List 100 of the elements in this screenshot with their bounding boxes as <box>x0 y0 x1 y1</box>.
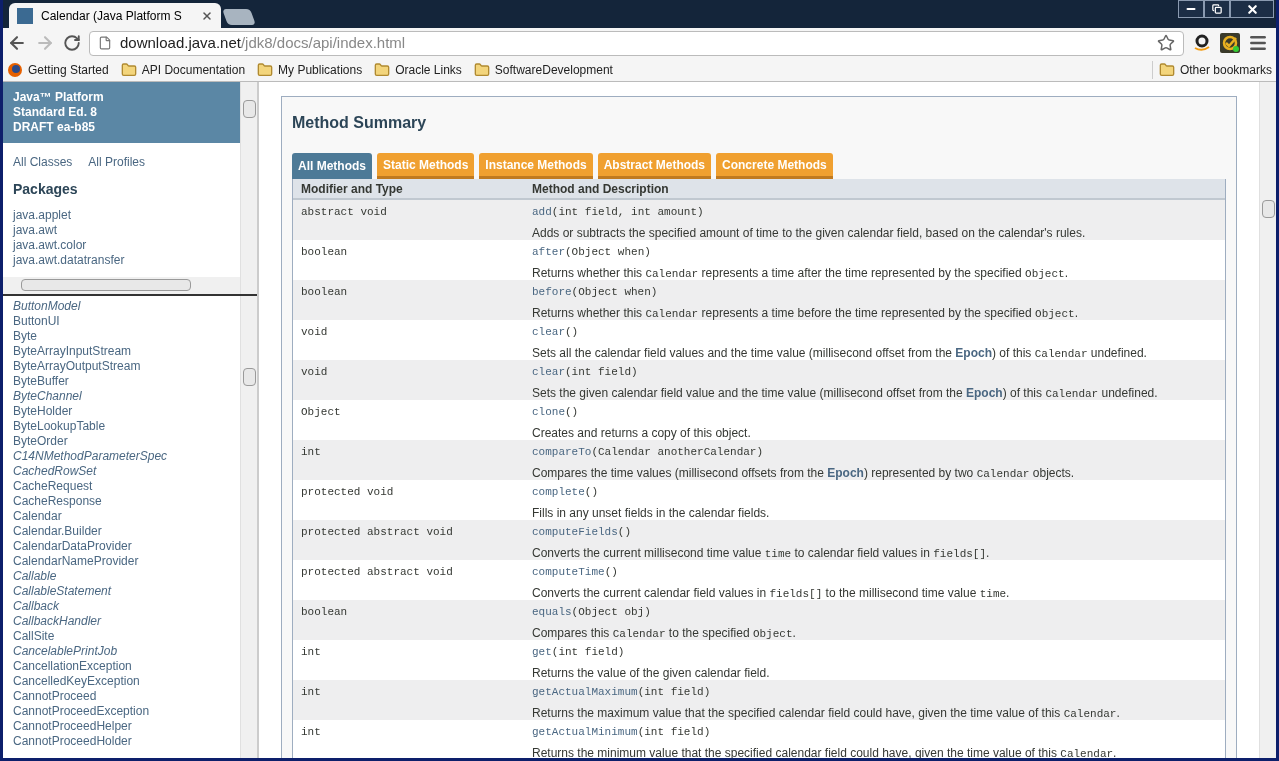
section-title: Method Summary <box>292 113 428 133</box>
method-link[interactable]: clear <box>532 366 565 378</box>
scrollbar[interactable] <box>240 82 257 294</box>
method-link[interactable]: complete <box>532 486 585 498</box>
close-icon <box>1245 2 1259 16</box>
method-description: Returns whether this Calendar represents a time before the time represented by the specified Object. <box>532 304 1078 322</box>
class-link[interactable]: Byte <box>13 329 230 344</box>
method-link[interactable]: getActualMaximum <box>532 686 638 698</box>
class-link[interactable]: C14NMethodParameterSpec <box>13 449 230 464</box>
method-description: Creates and returns a copy of this object. <box>532 424 751 442</box>
method-link[interactable]: computeFields <box>532 526 618 538</box>
class-link[interactable]: CannotProceedHelper <box>13 719 230 734</box>
class-link[interactable]: CacheRequest <box>13 479 230 494</box>
class-link[interactable]: CallableStatement <box>13 584 230 599</box>
site-icon <box>17 7 33 24</box>
class-link[interactable]: CalendarDataProvider <box>13 539 230 554</box>
class-link[interactable]: Calendar <box>13 509 230 524</box>
class-link[interactable]: CallSite <box>13 629 230 644</box>
reload-icon[interactable] <box>63 34 81 52</box>
frame-link[interactable]: All Classes <box>13 153 73 171</box>
column-header: Method and Description <box>531 180 669 198</box>
scrollbar[interactable] <box>240 296 257 758</box>
folder-icon <box>374 61 391 78</box>
method-params: () <box>584 486 598 498</box>
scrollbar[interactable] <box>1259 82 1276 758</box>
class-link[interactable]: CannotProceedHolder <box>13 734 230 749</box>
method-params: (Object obj) <box>571 606 651 618</box>
method-params: () <box>565 326 579 338</box>
class-link[interactable]: CancelledKeyException <box>13 674 230 689</box>
bookmark[interactable]: API Documentation <box>120 60 246 79</box>
class-link[interactable]: ByteOrder <box>13 434 230 449</box>
package-link[interactable]: java.awt.datatransfer <box>13 253 230 268</box>
method-params: () <box>617 526 632 538</box>
method-description: Converts the current millisecond time value time to calendar field values in fields[]. <box>532 544 990 562</box>
method-description: Sets the given calendar field value and the time value (millisecond offset from the Epoch) of this Calendar undefined. <box>532 384 1158 402</box>
class-link[interactable]: ByteBuffer <box>13 374 230 389</box>
class-link[interactable]: ByteChannel <box>13 389 230 404</box>
bookmark[interactable]: Other bookmarks <box>1151 60 1272 79</box>
class-link[interactable]: ButtonModel <box>13 299 230 314</box>
package-link[interactable]: java.applet <box>13 208 230 223</box>
class-link[interactable]: Callable <box>13 569 230 584</box>
class-link[interactable]: CalendarNameProvider <box>13 554 230 569</box>
package-link[interactable]: java.awt.color <box>13 238 230 253</box>
package-link[interactable]: java.awt <box>13 223 230 238</box>
folder-icon <box>120 61 137 78</box>
close-icon[interactable] <box>201 9 213 22</box>
method-tab[interactable]: All Methods <box>292 153 372 179</box>
minimize-button[interactable] <box>1178 0 1204 18</box>
method-link[interactable]: compareTo <box>532 446 592 458</box>
class-link[interactable]: CachedRowSet <box>13 464 230 479</box>
method-description: Returns the maximum value that the specified calendar field could have, given the time value of this Calendar. <box>532 704 1120 722</box>
method-link[interactable]: clear <box>532 326 565 338</box>
bookmark[interactable]: Oracle Links <box>374 60 462 79</box>
method-params: (int field) <box>637 726 711 738</box>
browser-tab[interactable]: Calendar (Java Platform S <box>9 3 221 28</box>
method-link[interactable]: get <box>532 646 552 658</box>
method-link[interactable]: getActualMinimum <box>532 726 638 738</box>
class-link[interactable]: CancelablePrintJob <box>13 644 230 659</box>
method-link[interactable]: computeTime <box>532 566 605 578</box>
class-link[interactable]: ByteHolder <box>13 404 230 419</box>
table-cell-text: boolean <box>300 245 349 260</box>
class-link[interactable]: Callback <box>13 599 230 614</box>
class-link[interactable]: CancellationException <box>13 659 230 674</box>
bookmark[interactable]: SoftwareDevelopment <box>473 60 613 79</box>
bookmark[interactable]: Getting Started <box>7 60 109 79</box>
address-bar[interactable]: download.java.net/jdk8/docs/api/index.html <box>89 30 1184 56</box>
method-description: Compares this Calendar to the specified Object. <box>532 624 796 642</box>
class-link[interactable]: Calendar.Builder <box>13 524 230 539</box>
extension-icon[interactable] <box>1220 33 1240 53</box>
menu-icon[interactable] <box>1248 33 1268 53</box>
method-link[interactable]: before <box>532 286 572 298</box>
method-link[interactable]: add <box>532 206 552 218</box>
url-text: download.java.net/jdk8/docs/api/index.html <box>120 32 407 53</box>
table-cell-text: protected void <box>300 485 395 500</box>
class-link[interactable]: CacheResponse <box>13 494 230 509</box>
class-link[interactable]: ButtonUI <box>13 314 230 329</box>
method-params: (int field) <box>565 366 638 378</box>
method-params: (int field, int amount) <box>551 206 704 218</box>
class-link[interactable]: CannotProceed <box>13 689 230 704</box>
star-icon[interactable] <box>1157 34 1175 52</box>
method-link[interactable]: after <box>532 246 565 258</box>
class-link[interactable]: ByteLookupTable <box>13 419 230 434</box>
method-params: () <box>604 566 618 578</box>
class-link[interactable]: CallbackHandler <box>13 614 230 629</box>
new-tab-button[interactable] <box>222 9 256 25</box>
frame-link[interactable]: All Profiles <box>88 153 146 171</box>
class-link[interactable]: ByteArrayInputStream <box>13 344 230 359</box>
method-link[interactable]: clone <box>532 406 565 418</box>
method-description: Returns the value of the given calendar field. <box>532 664 770 682</box>
close-button[interactable] <box>1230 0 1274 18</box>
bookmark[interactable]: My Publications <box>257 60 363 79</box>
method-description: Converts the current calendar field values in fields[] to the millisecond time value time. <box>532 584 1010 602</box>
restore-button[interactable] <box>1204 0 1230 18</box>
class-link[interactable]: ByteArrayOutputStream <box>13 359 230 374</box>
scrollbar[interactable] <box>3 277 240 294</box>
class-link[interactable]: CannotProceedException <box>13 704 230 719</box>
table-cell-text: int <box>300 645 322 660</box>
back-icon[interactable] <box>7 33 27 53</box>
method-params: (Object when) <box>565 246 651 258</box>
method-link[interactable]: equals <box>532 606 572 618</box>
